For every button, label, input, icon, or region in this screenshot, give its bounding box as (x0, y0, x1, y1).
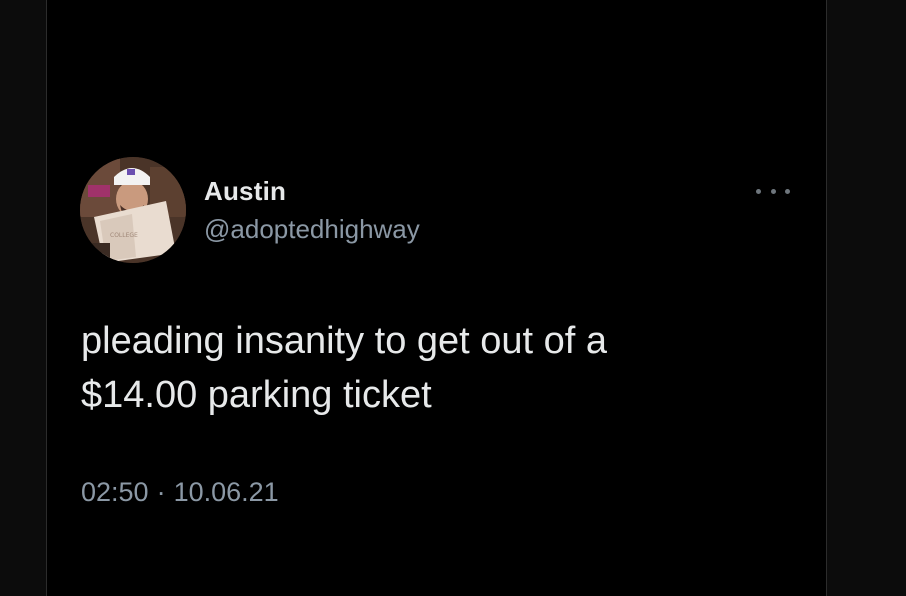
tweet-text: pleading insanity to get out of a $14.00… (81, 314, 781, 422)
left-panel (0, 0, 47, 596)
more-dots-icon[interactable] (756, 180, 790, 202)
tweet-timestamp[interactable]: 02:50 · 10.06.21 (81, 477, 279, 508)
tweet-text-line: $14.00 parking ticket (81, 374, 432, 416)
display-name[interactable]: Austin (204, 176, 286, 207)
tweet-time: 02:50 (81, 477, 149, 507)
meta-separator: · (156, 477, 166, 507)
tweet-card: COLLEGE Austin @adoptedhighway pleading … (47, 0, 826, 596)
right-panel (826, 0, 906, 596)
avatar[interactable]: COLLEGE (80, 157, 186, 263)
tweet-text-line: pleading insanity to get out of a (81, 320, 608, 362)
avatar-photo: COLLEGE (80, 157, 186, 263)
more-dot (770, 188, 776, 194)
tweet-date: 10.06.21 (173, 477, 279, 507)
user-handle[interactable]: @adoptedhighway (204, 214, 420, 245)
more-dot (756, 188, 761, 194)
more-dot (785, 188, 790, 194)
svg-text:COLLEGE: COLLEGE (110, 232, 138, 239)
